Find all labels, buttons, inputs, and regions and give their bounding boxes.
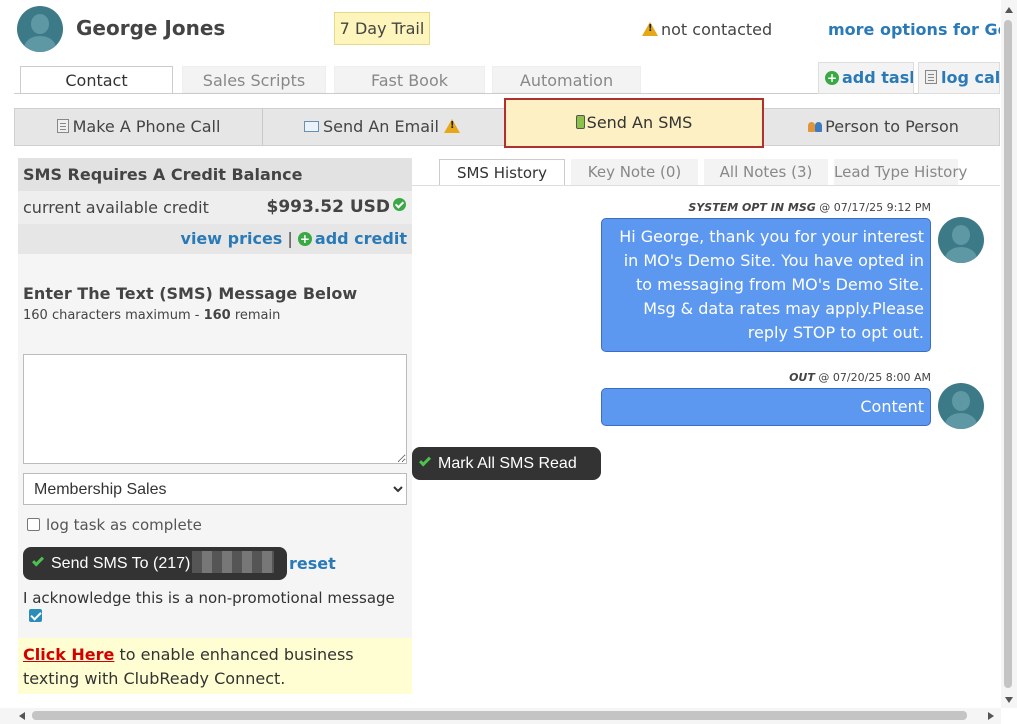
tab-automation[interactable]: Automation bbox=[492, 66, 641, 93]
credit-links: view prices | + add credit bbox=[18, 224, 412, 254]
message-bubble: Content bbox=[601, 388, 931, 426]
envelope-icon bbox=[303, 121, 319, 132]
log-call-link[interactable]: log call bbox=[918, 62, 1000, 94]
add-task-link[interactable]: + add task bbox=[818, 62, 914, 94]
send-sms-label: Send SMS To (217) bbox=[51, 555, 191, 572]
more-options-link[interactable]: more options for George bbox=[828, 20, 1000, 39]
credit-amount-value: $993.52 USD bbox=[266, 197, 390, 217]
credit-amount: $993.52 USD bbox=[266, 191, 406, 224]
warning-icon bbox=[642, 22, 658, 36]
send-sms-button[interactable]: Send SMS To (217) bbox=[23, 547, 287, 580]
message-type: SYSTEM OPT IN MSG bbox=[688, 201, 816, 214]
counter-remaining: 160 bbox=[203, 308, 231, 323]
message-avatar bbox=[938, 217, 984, 263]
vertical-scroll-thumb[interactable] bbox=[1004, 20, 1012, 688]
promo-banner: Click Here to enable enhanced business t… bbox=[18, 638, 412, 694]
character-counter: 160 characters maximum - 160 remain bbox=[23, 308, 280, 323]
contact-status-text: not contacted bbox=[661, 20, 773, 39]
trial-badge: 7 Day Trail bbox=[334, 12, 430, 45]
tab-contact[interactable]: Contact bbox=[20, 66, 173, 93]
plus-icon: + bbox=[825, 71, 839, 85]
tab-sales-scripts[interactable]: Sales Scripts bbox=[182, 66, 326, 93]
plus-icon: + bbox=[297, 232, 312, 246]
counter-suffix: remain bbox=[230, 308, 281, 323]
message-meta: SYSTEM OPT IN MSG @ 07/17/25 9:12 PM bbox=[600, 201, 931, 214]
acknowledge-label: I acknowledge this is a non-promotional … bbox=[23, 589, 395, 607]
person-label: Person to Person bbox=[825, 117, 959, 136]
email-label: Send An Email bbox=[322, 117, 439, 136]
check-icon bbox=[31, 554, 45, 567]
tab-fast-book[interactable]: Fast Book bbox=[334, 66, 485, 93]
make-phone-call-button[interactable]: Make A Phone Call bbox=[15, 109, 263, 145]
tab-all-notes[interactable]: All Notes (3) bbox=[704, 159, 828, 185]
reset-link[interactable]: reset bbox=[289, 554, 336, 573]
tab-key-note[interactable]: Key Note (0) bbox=[571, 159, 698, 185]
tab-lead-type-history[interactable]: Lead Type History bbox=[834, 159, 967, 185]
person-to-person-button[interactable]: Person to Person bbox=[765, 109, 1001, 145]
sms-message-input[interactable] bbox=[23, 354, 407, 464]
scroll-right-arrow-icon[interactable] bbox=[988, 712, 994, 720]
message-meta: OUT @ 07/20/25 8:00 AM bbox=[600, 371, 931, 384]
link-separator: | bbox=[287, 229, 293, 248]
people-icon bbox=[807, 120, 823, 133]
credit-title: SMS Requires A Credit Balance bbox=[18, 158, 412, 191]
credit-label: current available credit bbox=[23, 198, 209, 217]
send-email-button[interactable]: Send An Email bbox=[263, 109, 505, 145]
notepad-icon bbox=[56, 119, 69, 133]
contact-avatar bbox=[17, 6, 63, 52]
message-timestamp: @ 07/20/25 8:00 AM bbox=[818, 371, 931, 384]
acknowledge-checkbox[interactable] bbox=[29, 609, 42, 622]
acknowledge-row[interactable]: I acknowledge this is a non-promotional … bbox=[23, 589, 412, 625]
mobile-phone-icon bbox=[575, 115, 585, 129]
scroll-up-arrow-icon[interactable] bbox=[1005, 7, 1013, 13]
message-bubble: Hi George, thank you for your interest i… bbox=[601, 218, 931, 352]
check-icon bbox=[418, 454, 432, 467]
redacted-phone-number bbox=[192, 551, 275, 573]
compose-title: Enter The Text (SMS) Message Below bbox=[23, 284, 358, 303]
horizontal-scroll-thumb[interactable] bbox=[32, 711, 967, 720]
warning-icon bbox=[444, 119, 461, 133]
counter-prefix: 160 characters maximum - bbox=[23, 308, 204, 323]
tab-sms-history[interactable]: SMS History bbox=[439, 159, 565, 185]
send-sms-tab-button[interactable]: Send An SMS bbox=[504, 98, 764, 148]
mark-all-read-label: Mark All SMS Read bbox=[438, 455, 577, 472]
mark-all-sms-read-button[interactable]: Mark All SMS Read bbox=[412, 447, 601, 480]
view-prices-link[interactable]: view prices bbox=[181, 229, 283, 248]
message-type: OUT bbox=[789, 371, 815, 384]
contact-name: George Jones bbox=[76, 16, 226, 40]
compose-area: Enter The Text (SMS) Message Below 160 c… bbox=[18, 254, 412, 638]
sms-compose-panel: SMS Requires A Credit Balance current av… bbox=[18, 158, 412, 694]
credit-row: current available credit $993.52 USD bbox=[18, 191, 412, 224]
contact-status: not contacted bbox=[642, 20, 772, 39]
log-task-label: log task as complete bbox=[46, 516, 202, 534]
add-task-label: add task bbox=[842, 68, 914, 87]
notepad-icon bbox=[925, 70, 937, 84]
click-here-link[interactable]: Click Here bbox=[23, 645, 114, 664]
sms-label: Send An SMS bbox=[586, 113, 693, 132]
message-template-select[interactable]: Membership Sales bbox=[23, 473, 407, 505]
log-task-checkbox-row[interactable]: log task as complete bbox=[27, 516, 202, 534]
phone-call-label: Make A Phone Call bbox=[72, 117, 221, 136]
green-check-circle-icon bbox=[393, 198, 406, 211]
right-tab-divider bbox=[412, 185, 1000, 186]
scroll-left-arrow-icon[interactable] bbox=[19, 712, 25, 720]
message-timestamp: @ 07/17/25 9:12 PM bbox=[819, 201, 931, 214]
scroll-down-arrow-icon[interactable] bbox=[1005, 697, 1013, 703]
log-task-checkbox[interactable] bbox=[27, 518, 40, 531]
message-avatar bbox=[938, 383, 984, 429]
add-credit-link[interactable]: add credit bbox=[315, 229, 407, 248]
log-call-label: log call bbox=[941, 68, 1000, 87]
